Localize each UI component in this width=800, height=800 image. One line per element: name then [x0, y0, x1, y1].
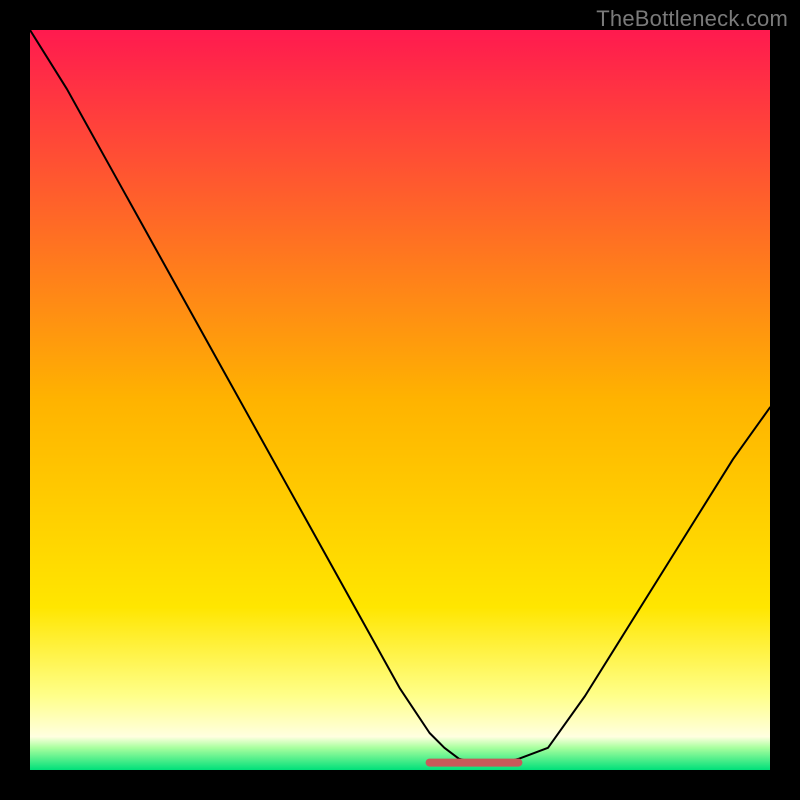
- plot-area: [30, 30, 770, 770]
- watermark-text: TheBottleneck.com: [596, 6, 788, 32]
- chart-svg: [30, 30, 770, 770]
- chart-frame: TheBottleneck.com: [0, 0, 800, 800]
- gradient-background: [30, 30, 770, 770]
